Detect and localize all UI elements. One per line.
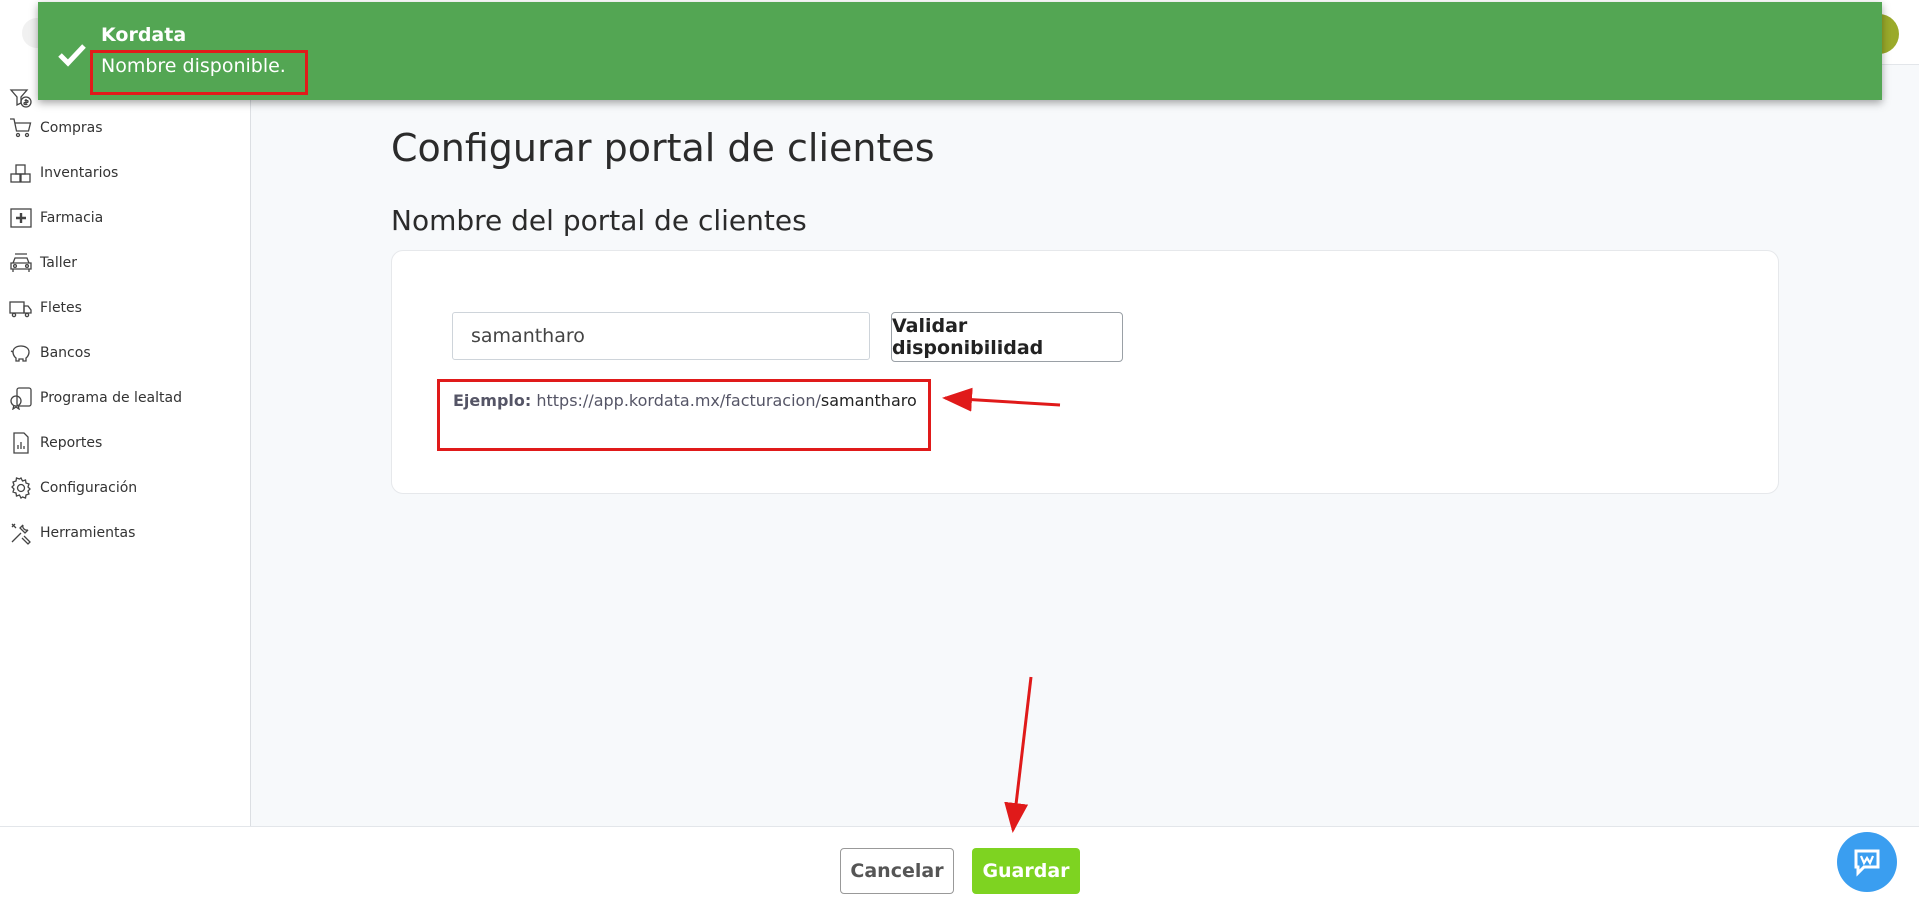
- cart-icon: [8, 115, 34, 141]
- report-icon: [8, 430, 34, 456]
- filter-money-icon: [8, 85, 34, 111]
- tools-icon: [8, 520, 34, 546]
- portal-name-input[interactable]: [452, 312, 870, 360]
- cancel-button[interactable]: Cancelar: [840, 848, 954, 894]
- car-icon: [8, 250, 34, 276]
- example-url: Ejemplo: https://app.kordata.mx/facturac…: [453, 391, 917, 410]
- sidebar-item-label: Inventarios: [40, 165, 119, 181]
- sidebar-item-label: Reportes: [40, 435, 103, 451]
- annotation-highlight-box: [90, 50, 308, 95]
- save-button[interactable]: Guardar: [972, 848, 1080, 894]
- pharmacy-cross-icon: [8, 205, 34, 231]
- sidebar-item-fletes[interactable]: Fletes: [8, 290, 82, 326]
- sidebar-item-label: Programa de lealtad: [40, 390, 182, 406]
- validate-availability-button[interactable]: Validar disponibilidad: [891, 312, 1123, 362]
- example-label: Ejemplo:: [453, 391, 532, 410]
- sidebar-item-label: Bancos: [40, 345, 91, 361]
- portal-name-card: Validar disponibilidad Ejemplo: https://…: [391, 250, 1779, 494]
- loyalty-badge-icon: [8, 385, 34, 411]
- boxes-icon: [8, 160, 34, 186]
- gear-icon: [8, 475, 34, 501]
- sidebar-item-label: Taller: [40, 255, 77, 271]
- sidebar-item-farmacia[interactable]: Farmacia: [8, 200, 103, 236]
- sidebar-item-reportes[interactable]: Reportes: [8, 425, 102, 461]
- sidebar-item-label: Compras: [40, 120, 103, 136]
- success-toast: Kordata Nombre disponible.: [38, 2, 1882, 100]
- toast-title: Kordata: [101, 24, 187, 46]
- sidebar-item-bancos[interactable]: Bancos: [8, 335, 91, 371]
- footer-bar: Cancelar Guardar: [0, 826, 1919, 901]
- sidebar-item-herramientas[interactable]: Herramientas: [8, 515, 135, 551]
- page-title: Configurar portal de clientes: [391, 126, 935, 170]
- sidebar-item-taller[interactable]: Taller: [8, 245, 77, 281]
- sidebar-item-lealtad[interactable]: Programa de lealtad: [8, 380, 182, 416]
- example-url-slug: samantharo: [820, 391, 917, 410]
- chat-widget-button[interactable]: [1837, 832, 1897, 892]
- section-title: Nombre del portal de clientes: [391, 204, 807, 237]
- sidebar: Compras Inventarios Farmacia Taller Flet…: [0, 64, 251, 826]
- sidebar-item-label: Fletes: [40, 300, 82, 316]
- check-icon: [58, 44, 86, 67]
- piggy-bank-icon: [8, 340, 34, 366]
- annotation-highlight-box: [437, 379, 931, 451]
- sidebar-item-label: Configuración: [40, 480, 138, 496]
- sidebar-item-compras[interactable]: Compras: [8, 110, 103, 146]
- sidebar-item-inventarios[interactable]: Inventarios: [8, 155, 118, 191]
- sidebar-item-label: Herramientas: [40, 525, 136, 541]
- chat-icon: [1854, 849, 1880, 877]
- sidebar-item-label: Farmacia: [40, 210, 104, 226]
- sidebar-item-configuracion[interactable]: Configuración: [8, 470, 137, 506]
- example-url-base: https://app.kordata.mx/facturacion/: [536, 391, 821, 410]
- truck-icon: [8, 295, 34, 321]
- main-content: Configurar portal de clientes Nombre del…: [251, 64, 1919, 826]
